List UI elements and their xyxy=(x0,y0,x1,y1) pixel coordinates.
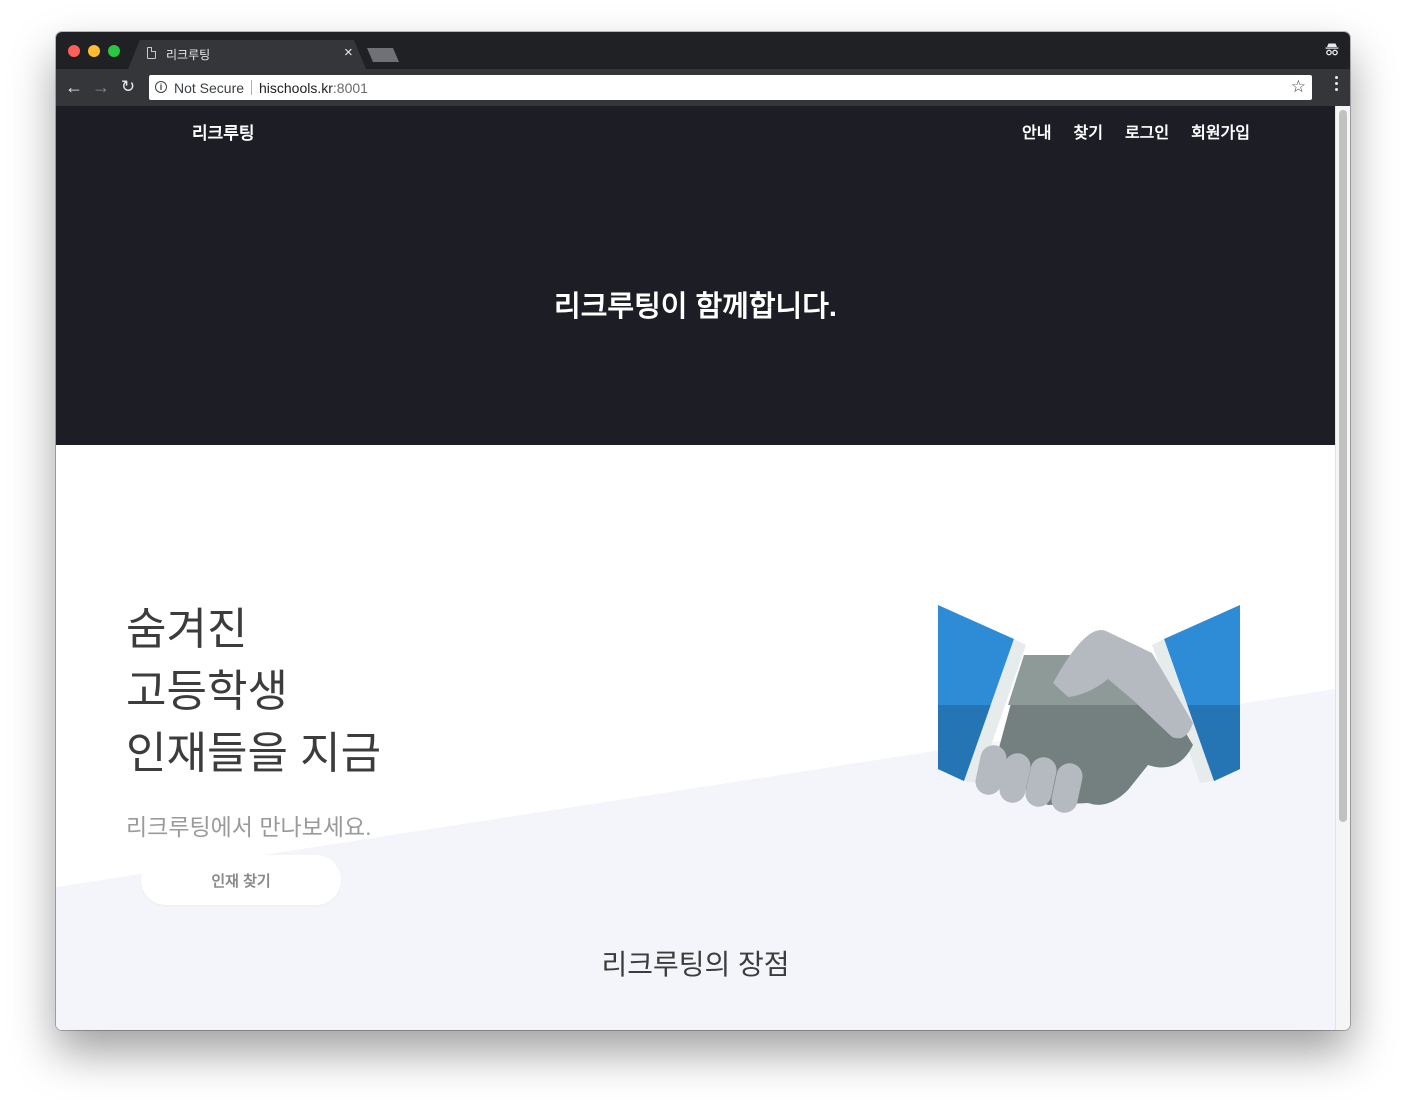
page-viewport: 리크루팅 안내 찾기 로그인 회원가입 리크루팅이 함께합니다. 숨겨진 고등학… xyxy=(56,106,1335,1030)
url-port: :8001 xyxy=(332,80,368,96)
tab-strip: 리크루팅 × xyxy=(56,32,1350,69)
headline-line-2: 고등학생 xyxy=(126,667,288,716)
more-menu-icon[interactable] xyxy=(1334,76,1338,94)
window-close-button[interactable] xyxy=(68,45,80,57)
headline-line-3: 인재들을 지금 xyxy=(126,729,382,778)
security-label: Not Secure xyxy=(174,80,245,96)
section-title: 리크루팅의 장점 xyxy=(601,949,790,980)
url-text[interactable]: hischools.kr:8001 xyxy=(259,80,368,96)
vertical-scrollbar[interactable] xyxy=(1335,106,1350,1030)
tab-title: 리크루팅 xyxy=(166,48,211,62)
nav-link-search[interactable]: 찾기 xyxy=(1073,119,1102,143)
bookmark-star-icon[interactable]: ☆ xyxy=(1291,77,1306,97)
document-icon xyxy=(147,47,156,59)
browser-tab[interactable]: 리크루팅 × xyxy=(128,40,366,69)
subline: 리크루팅에서 만나보세요. xyxy=(126,814,372,840)
window-maximize-button[interactable] xyxy=(108,45,120,57)
browser-window: 리크루팅 × ← → ↻ i Not Secure hischools.kr:8… xyxy=(56,32,1350,1030)
tab-close-button[interactable]: × xyxy=(344,43,353,63)
back-arrow-icon[interactable]: ← xyxy=(62,75,86,99)
divider xyxy=(251,80,252,95)
address-bar[interactable]: i Not Secure hischools.kr:8001 ☆ xyxy=(149,75,1312,100)
browser-toolbar: ← → ↻ i Not Secure hischools.kr:8001 ☆ xyxy=(56,69,1350,106)
site-nav: 안내 찾기 로그인 회원가입 xyxy=(1022,119,1250,143)
headline-line-1: 숨겨진 xyxy=(126,605,248,654)
incognito-icon xyxy=(1325,43,1339,56)
forward-arrow-icon[interactable]: → xyxy=(89,75,113,99)
nav-link-guide[interactable]: 안내 xyxy=(1022,119,1051,143)
info-icon[interactable]: i xyxy=(155,81,167,93)
site-brand[interactable]: 리크루팅 xyxy=(192,119,255,144)
nav-link-login[interactable]: 로그인 xyxy=(1125,119,1169,143)
scrollbar-thumb[interactable] xyxy=(1339,110,1347,822)
nav-link-signup[interactable]: 회원가입 xyxy=(1191,119,1250,143)
headline: 숨겨진 고등학생 인재들을 지금 xyxy=(126,599,381,785)
hero-title: 리크루팅이 함께합니다. xyxy=(554,291,837,323)
handshake-icon xyxy=(938,605,1240,813)
hero-section: 리크루팅 안내 찾기 로그인 회원가입 리크루팅이 함께합니다. xyxy=(56,106,1335,445)
intro-section: 숨겨진 고등학생 인재들을 지금 리크루팅에서 만나보세요. 인재 찾기 리크루… xyxy=(56,445,1335,1030)
find-talent-button[interactable]: 인재 찾기 xyxy=(141,855,341,905)
window-minimize-button[interactable] xyxy=(88,45,100,57)
reload-icon[interactable]: ↻ xyxy=(116,75,140,99)
new-tab-button[interactable] xyxy=(367,48,399,62)
url-host: hischools.kr xyxy=(259,80,333,96)
